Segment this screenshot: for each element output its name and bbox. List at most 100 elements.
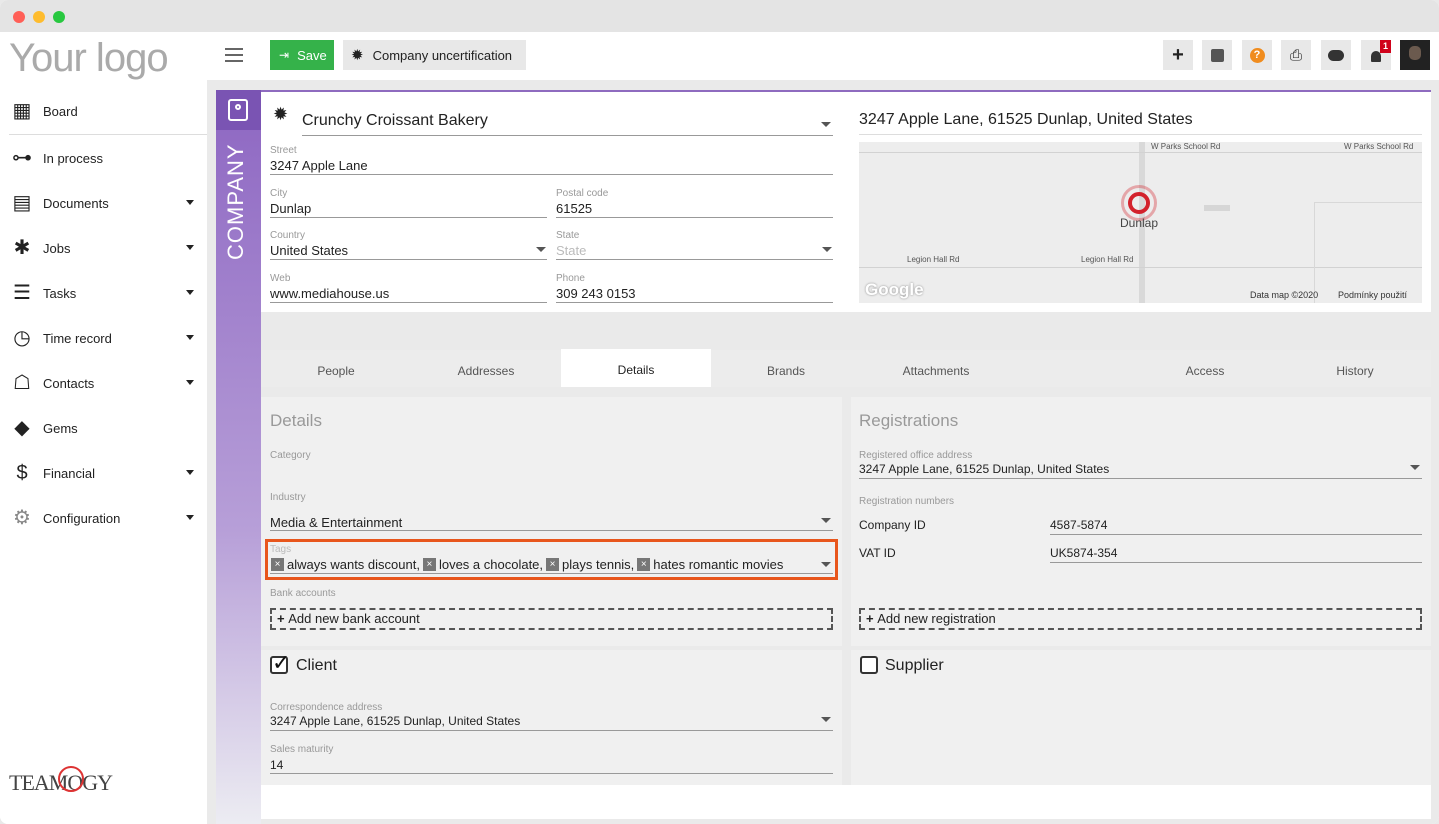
- print-button[interactable]: ⎙: [1281, 40, 1311, 70]
- sidebar-item-financial[interactable]: $ Financial: [0, 453, 207, 493]
- map-place-label: Dunlap: [1120, 216, 1159, 230]
- notifications-button[interactable]: 1: [1361, 40, 1391, 70]
- sidebar-item-jobs[interactable]: ✱ Jobs: [0, 228, 207, 268]
- tag-chip: × hates romantic movies: [637, 557, 783, 572]
- map-terms-link[interactable]: Podmínky použití: [1338, 290, 1407, 300]
- phone-input[interactable]: 309 243 0153: [556, 286, 636, 301]
- registered-office-dropdown-icon[interactable]: [1410, 465, 1420, 470]
- remove-tag-icon[interactable]: ×: [422, 558, 436, 571]
- footer-strip: [261, 785, 1431, 819]
- sidebar-item-tasks[interactable]: ☰ Tasks: [0, 273, 207, 313]
- sidebar-item-label: Contacts: [43, 375, 95, 391]
- notification-badge: 1: [1380, 40, 1391, 53]
- chat-icon: [1328, 49, 1344, 61]
- tags-dropdown-icon[interactable]: [821, 562, 831, 567]
- chevron-down-icon[interactable]: [186, 200, 194, 205]
- chevron-down-icon[interactable]: [186, 335, 194, 340]
- state-select[interactable]: State: [556, 243, 586, 258]
- tab-attachments[interactable]: Attachments: [861, 350, 1011, 387]
- remove-tag-icon[interactable]: ×: [637, 558, 651, 571]
- company-uncertification-button[interactable]: ✹ Company uncertification: [343, 40, 526, 70]
- city-label: City: [270, 188, 288, 199]
- add-button[interactable]: +: [1163, 40, 1193, 70]
- tab-addresses[interactable]: Addresses: [411, 350, 561, 387]
- supplier-label: Supplier: [885, 657, 944, 674]
- title-bar: [0, 0, 1439, 32]
- maximize-window-button[interactable]: [53, 11, 65, 23]
- supplier-checkbox[interactable]: [860, 656, 878, 674]
- chevron-down-icon[interactable]: [186, 290, 194, 295]
- web-label: Web: [270, 273, 291, 284]
- sidebar-item-in-process[interactable]: ⊶ In process: [0, 138, 207, 178]
- registered-office-select[interactable]: 3247 Apple Lane, 61525 Dunlap, United St…: [859, 462, 1109, 476]
- teamogy-logo-target-icon: [58, 766, 84, 792]
- tab-history[interactable]: History: [1280, 350, 1430, 387]
- sidebar-item-time-record[interactable]: ◷ Time record: [0, 318, 207, 358]
- sidebar-item-configuration[interactable]: ⚙ Configuration: [0, 498, 207, 538]
- web-input[interactable]: www.mediahouse.us: [270, 286, 389, 301]
- chat-button[interactable]: [1321, 40, 1351, 70]
- checkmark-icon: ✓: [272, 650, 291, 675]
- help-button[interactable]: ?: [1242, 40, 1272, 70]
- chevron-down-icon[interactable]: [186, 515, 194, 520]
- sidebar-item-label: Time record: [43, 330, 112, 346]
- gear-icon: ⚙: [13, 507, 31, 529]
- grid-icon: ▦: [12, 100, 32, 122]
- industry-label: Industry: [270, 492, 306, 503]
- location-map[interactable]: W Parks School Rd W Parks School Rd Legi…: [859, 142, 1422, 303]
- company-section-tab: COMPANY: [216, 90, 261, 824]
- remove-tag-icon[interactable]: ×: [546, 558, 560, 571]
- contacts-icon: ☖: [13, 372, 31, 394]
- remove-tag-icon[interactable]: ×: [271, 558, 284, 571]
- app-logo: Your logo: [9, 36, 169, 80]
- company-id-input[interactable]: 4587-5874: [1050, 518, 1107, 532]
- chevron-down-icon[interactable]: [186, 380, 194, 385]
- city-input[interactable]: Dunlap: [270, 201, 311, 216]
- chevron-down-icon[interactable]: [186, 245, 194, 250]
- state-label: State: [556, 230, 580, 241]
- tag-label: loves a chocolate,: [438, 557, 544, 572]
- industry-select[interactable]: Media & Entertainment: [270, 515, 402, 530]
- user-avatar[interactable]: [1400, 40, 1430, 70]
- add-bank-account-button[interactable]: + Add new bank account: [270, 608, 833, 630]
- tab-brands[interactable]: Brands: [711, 350, 861, 387]
- sales-maturity-input[interactable]: 14: [270, 758, 283, 772]
- correspondence-address-select[interactable]: 3247 Apple Lane, 61525 Dunlap, United St…: [270, 714, 520, 728]
- close-window-button[interactable]: [13, 11, 25, 23]
- sidebar-item-board[interactable]: ▦ Board: [0, 91, 207, 131]
- tab-details[interactable]: Details: [561, 349, 711, 387]
- postal-code-input[interactable]: 61525: [556, 201, 592, 216]
- printer-icon: ⎙: [1289, 46, 1302, 64]
- country-select[interactable]: United States: [270, 243, 348, 258]
- notes-button[interactable]: [1202, 40, 1232, 70]
- plus-icon: +: [1172, 43, 1184, 66]
- hamburger-menu-icon[interactable]: [225, 48, 243, 62]
- company-card: ✹ Crunchy Croissant Bakery Street 3247 A…: [261, 90, 1431, 312]
- client-checkbox[interactable]: ✓: [270, 650, 290, 675]
- sidebar-item-label: Gems: [43, 420, 78, 436]
- country-label: Country: [270, 230, 306, 241]
- state-dropdown-icon[interactable]: [822, 247, 832, 252]
- country-dropdown-icon[interactable]: [536, 247, 546, 252]
- save-button[interactable]: ⇥ Save: [270, 40, 334, 70]
- app-window: Your logo ▦ Board ⊶ In process ▤ Documents ✱ Jo…: [0, 0, 1439, 824]
- sidebar-item-gems[interactable]: ◆ Gems: [0, 408, 207, 448]
- correspondence-dropdown-icon[interactable]: [821, 717, 831, 722]
- vat-id-input[interactable]: UK5874-354: [1050, 546, 1117, 560]
- tag-chip: × loves a chocolate,: [422, 557, 544, 572]
- gem-icon: ◆: [14, 417, 30, 439]
- chevron-down-icon[interactable]: [186, 470, 194, 475]
- industry-dropdown-icon[interactable]: [821, 518, 831, 523]
- tab-people[interactable]: People: [261, 350, 411, 387]
- sidebar-item-documents[interactable]: ▤ Documents: [0, 183, 207, 223]
- sidebar-item-contacts[interactable]: ☖ Contacts: [0, 363, 207, 403]
- add-registration-button[interactable]: + Add new registration: [859, 608, 1422, 630]
- tab-access[interactable]: Access: [1130, 350, 1280, 387]
- company-name-field[interactable]: Crunchy Croissant Bakery: [302, 112, 488, 130]
- correspondence-address-label: Correspondence address: [270, 702, 383, 713]
- sidebar-item-label: Documents: [43, 195, 109, 211]
- minimize-window-button[interactable]: [33, 11, 45, 23]
- street-input[interactable]: 3247 Apple Lane: [270, 158, 368, 173]
- company-name-dropdown-icon[interactable]: [821, 122, 831, 127]
- tags-input[interactable]: × always wants discount, × loves a chocolat…: [271, 557, 786, 572]
